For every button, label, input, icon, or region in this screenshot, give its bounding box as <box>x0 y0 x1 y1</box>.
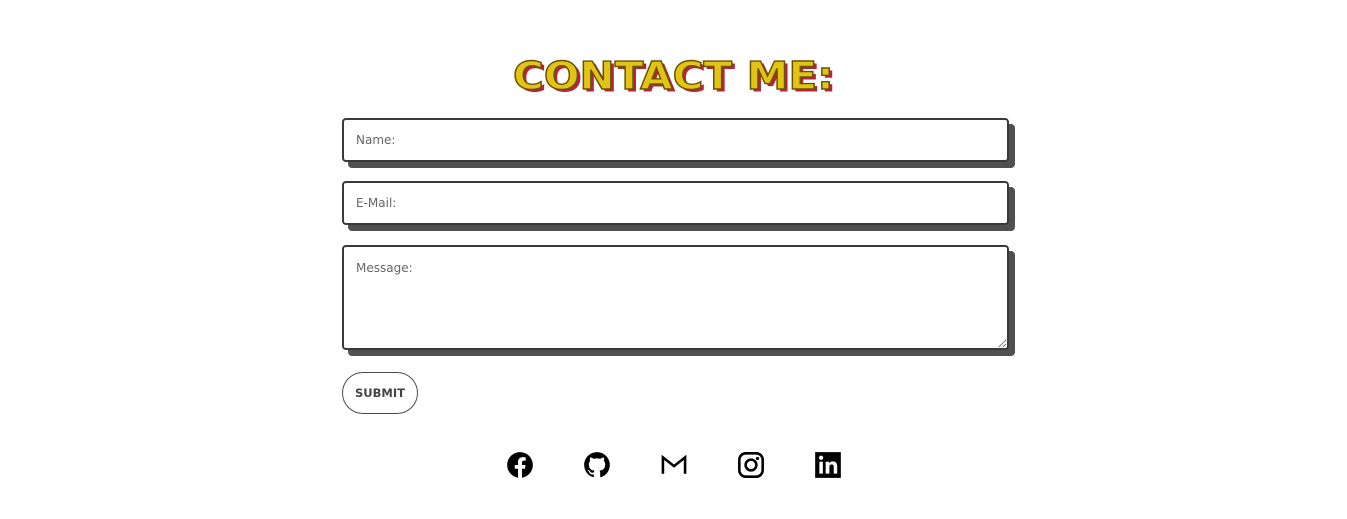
gmail-icon <box>661 454 686 474</box>
email-field-wrapper <box>342 181 1015 231</box>
message-textarea[interactable] <box>342 245 1009 350</box>
github-link[interactable] <box>583 451 611 479</box>
linkedin-icon <box>814 452 841 478</box>
github-icon <box>583 452 610 478</box>
page-title: CONTACT ME: <box>512 52 834 99</box>
name-input[interactable] <box>342 118 1009 162</box>
facebook-icon <box>506 452 533 478</box>
facebook-link[interactable] <box>506 451 534 479</box>
instagram-link[interactable] <box>737 451 765 479</box>
name-field-wrapper <box>342 118 1015 168</box>
submit-button[interactable]: SUBMIT <box>342 372 418 414</box>
message-field-wrapper <box>342 245 1015 356</box>
social-links <box>0 451 1347 479</box>
gmail-link[interactable] <box>660 451 688 479</box>
instagram-icon <box>737 452 764 478</box>
linkedin-link[interactable] <box>814 451 842 479</box>
email-input[interactable] <box>342 181 1009 225</box>
contact-page: CONTACT ME: SUBMIT <box>0 0 1347 519</box>
